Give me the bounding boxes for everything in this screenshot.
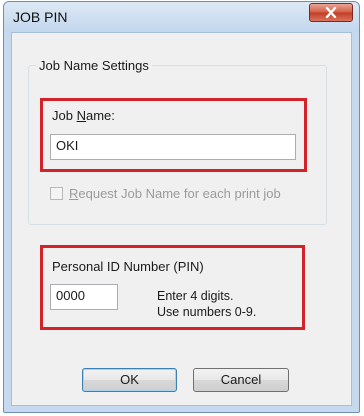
- close-button[interactable]: [309, 3, 353, 22]
- request-job-name-checkbox[interactable]: [50, 187, 63, 200]
- dialog-title: JOB PIN: [13, 9, 68, 25]
- cancel-button[interactable]: Cancel: [193, 368, 289, 392]
- job-name-input[interactable]: OKI: [50, 134, 296, 160]
- request-job-name-label: Request Job Name for each print job: [69, 186, 281, 201]
- job-name-label: Job Name:: [52, 108, 115, 123]
- pin-input[interactable]: 0000: [50, 284, 118, 310]
- title-bar[interactable]: JOB PIN: [4, 2, 359, 32]
- close-icon: [325, 7, 337, 18]
- job-name-settings-legend: Job Name Settings: [36, 58, 152, 73]
- pin-label: Personal ID Number (PIN): [52, 259, 204, 274]
- ok-button[interactable]: OK: [82, 368, 177, 392]
- pin-hint-digits: Enter 4 digits.: [157, 289, 234, 303]
- pin-hint-numbers: Use numbers 0-9.: [157, 305, 257, 319]
